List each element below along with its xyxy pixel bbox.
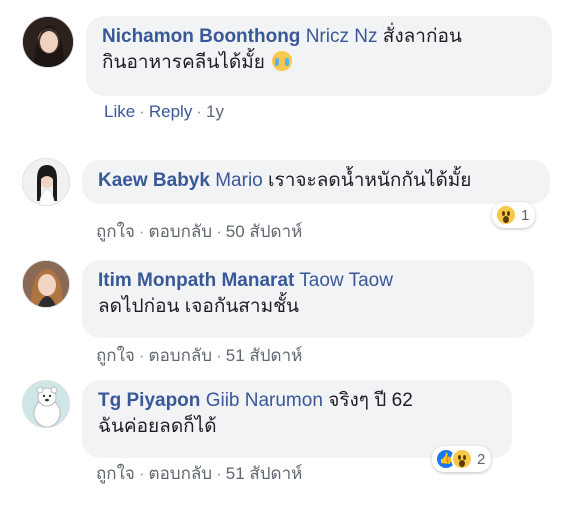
comment-mention[interactable]: Nricz Nz <box>306 26 378 47</box>
comment-text: กินอาหารคลีนได้มั้ย <box>102 52 265 73</box>
reply-link[interactable]: Reply <box>149 102 192 121</box>
reaction-count: 1 <box>521 206 530 224</box>
like-link[interactable]: ถูกใจ <box>96 222 135 241</box>
avatar[interactable] <box>22 380 70 428</box>
reply-link[interactable]: ตอบกลับ <box>149 346 213 365</box>
comment-mention[interactable]: Taow Taow <box>299 270 393 291</box>
comment-actions: Like · Reply · 1y <box>104 102 224 122</box>
reactions-summary[interactable]: 1 <box>492 202 536 228</box>
like-link[interactable]: ถูกใจ <box>96 464 135 483</box>
wow-reaction-icon <box>451 448 473 470</box>
comment-bubble: Kaew Babyk Mario เราจะลดน้ำหนักกันได้มั้… <box>82 160 550 204</box>
separator: · <box>138 346 145 365</box>
comment-actions: ถูกใจ · ตอบกลับ · 51 สัปดาห์ <box>96 342 302 369</box>
comment-actions: ถูกใจ · ตอบกลับ · 50 สัปดาห์ <box>96 218 302 245</box>
comment-author[interactable]: Kaew Babyk <box>98 170 210 191</box>
comment-text: เราจะลดน้ำหนักกันได้มั้ย <box>268 170 472 191</box>
separator: · <box>216 222 222 241</box>
reactions-summary[interactable]: 👍 2 <box>432 446 492 472</box>
comment-text: สั่งลาก่อน <box>382 26 462 47</box>
reply-link[interactable]: ตอบกลับ <box>149 222 213 241</box>
comment-bubble: Nichamon Boonthong Nricz Nz สั่งลาก่อน ก… <box>86 16 552 96</box>
timestamp[interactable]: 50 สัปดาห์ <box>226 222 303 241</box>
like-link[interactable]: ถูกใจ <box>96 346 135 365</box>
comment: Itim Monpath Manarat Taow Taow ลดไปก่อน … <box>0 250 574 370</box>
reaction-count: 2 <box>477 450 486 468</box>
timestamp[interactable]: 1y <box>206 102 224 121</box>
separator: · <box>139 102 145 121</box>
avatar[interactable] <box>22 260 70 308</box>
comment-text: ฉันค่อยลดก็ได้ <box>98 416 217 437</box>
comment-actions: ถูกใจ · ตอบกลับ · 51 สัปดาห์ <box>96 460 302 487</box>
comment-bubble: Itim Monpath Manarat Taow Taow ลดไปก่อน … <box>82 260 534 338</box>
comment-mention[interactable]: Giib Narumon <box>206 390 323 411</box>
timestamp[interactable]: 51 สัปดาห์ <box>226 346 303 365</box>
separator: · <box>138 464 145 483</box>
comment: Nichamon Boonthong Nricz Nz สั่งลาก่อน ก… <box>0 0 574 140</box>
wow-reaction-icon <box>495 204 517 226</box>
avatar[interactable] <box>22 16 74 68</box>
comment-mention[interactable]: Mario <box>215 170 263 191</box>
timestamp[interactable]: 51 สัปดาห์ <box>226 464 303 483</box>
comment: Tg Piyapon Giib Narumon จริงๆ ปี 62 ฉันค… <box>0 370 574 508</box>
separator: · <box>138 222 145 241</box>
reply-link[interactable]: ตอบกลับ <box>149 464 213 483</box>
comment: Kaew Babyk Mario เราจะลดน้ำหนักกันได้มั้… <box>0 140 574 250</box>
comment-author[interactable]: Itim Monpath Manarat <box>98 270 294 291</box>
comment-text: จริงๆ ปี 62 <box>328 390 413 411</box>
separator: · <box>216 464 222 483</box>
comment-author[interactable]: Tg Piyapon <box>98 390 200 411</box>
crying-face-emoji-icon <box>272 51 293 71</box>
avatar[interactable] <box>22 158 70 206</box>
separator: · <box>196 102 202 121</box>
separator: · <box>216 346 222 365</box>
like-link[interactable]: Like <box>104 102 135 121</box>
comment-author[interactable]: Nichamon Boonthong <box>102 26 300 47</box>
comment-text: ลดไปก่อน เจอกันสามชั้น <box>98 296 299 317</box>
